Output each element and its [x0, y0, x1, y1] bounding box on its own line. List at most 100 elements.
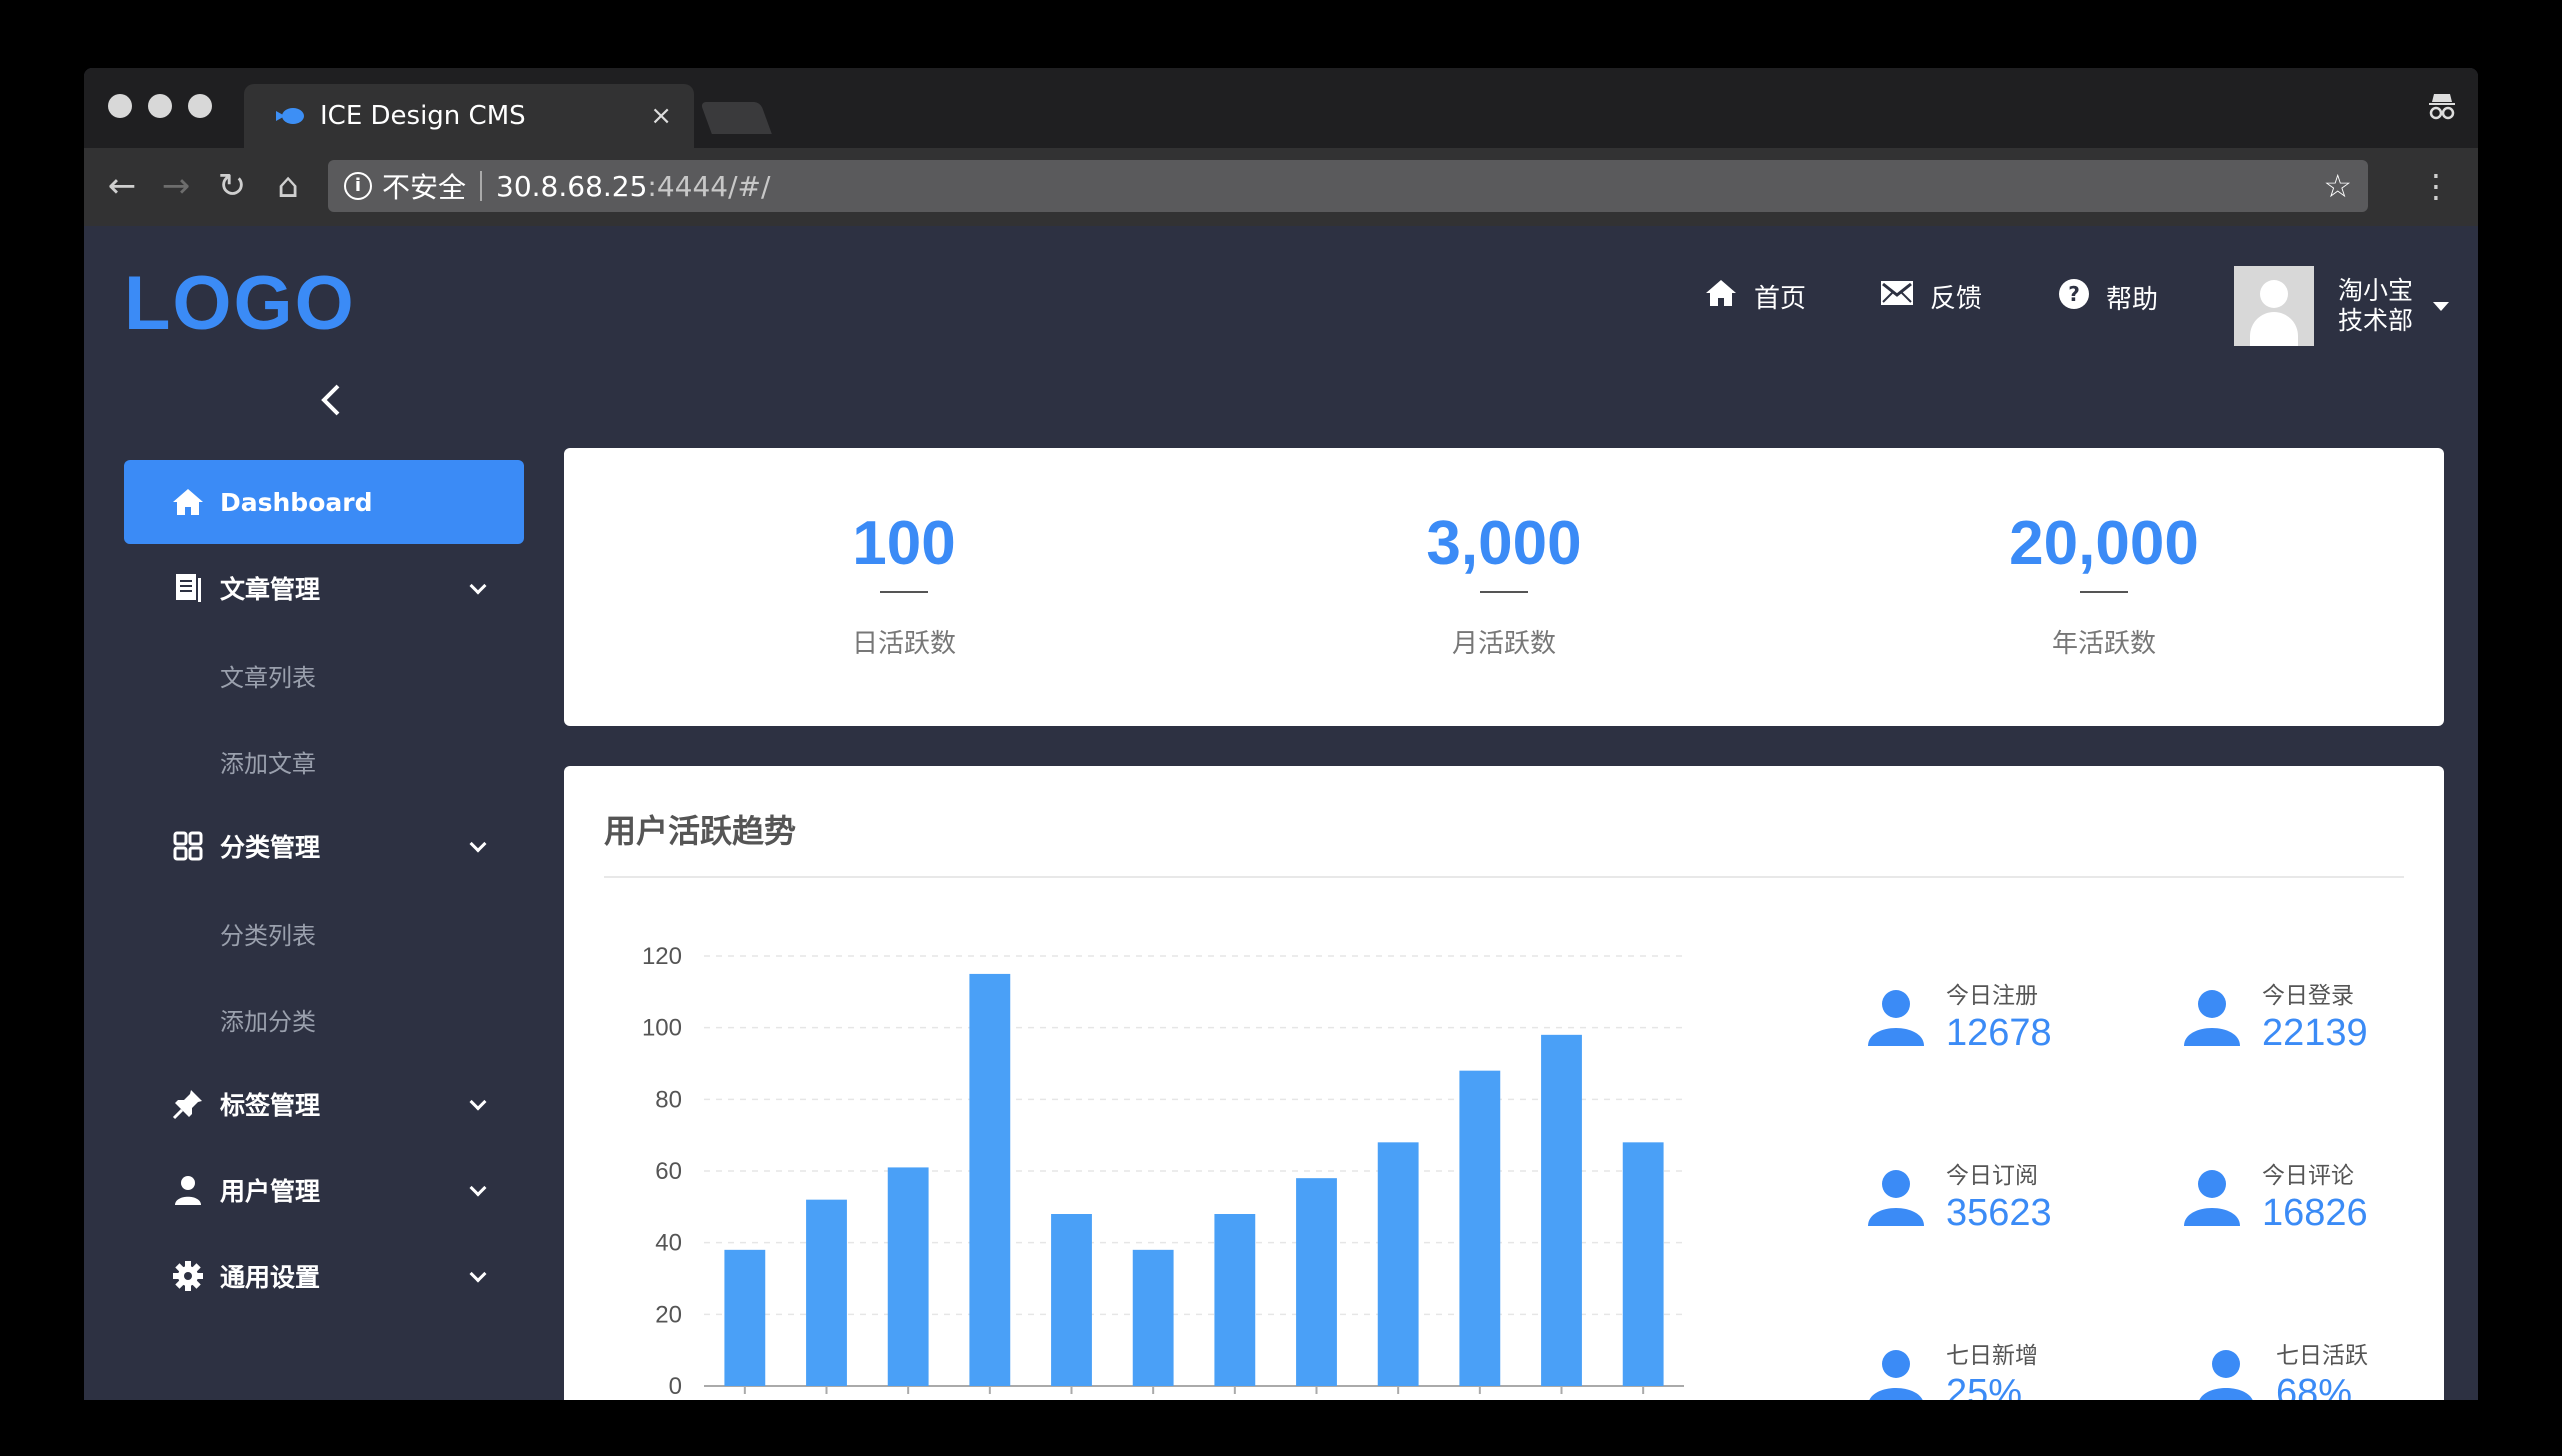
sidebar-item-users[interactable]: 用户管理 — [124, 1148, 524, 1232]
browser-tab[interactable]: ICE Design CMS × — [244, 84, 694, 148]
summary-label: 七日活跃 — [2276, 1343, 2368, 1369]
caret-down-icon — [2433, 301, 2450, 311]
chevron-down-icon — [469, 1179, 487, 1197]
cms-app: LOGO 首页 反馈 ? 帮助 淘小宝 技术部 Dashboard 文章管理 文… — [84, 226, 2478, 1400]
user-dept: 技术部 — [2338, 306, 2414, 335]
sidebar-item-label: 文章管理 — [220, 575, 321, 604]
info-icon[interactable]: i — [344, 172, 372, 200]
home-button-icon[interactable]: ⌂ — [268, 162, 308, 210]
url-host: 30.8.68.25 — [496, 169, 648, 203]
back-icon[interactable]: ← — [102, 162, 142, 210]
y-tick-label: 0 — [669, 1373, 682, 1400]
user-icon — [2184, 989, 2240, 1046]
bar — [1214, 1214, 1256, 1386]
sidebar-item-categories[interactable]: 分类管理 — [124, 804, 524, 888]
chevron-down-icon — [469, 835, 487, 853]
collapse-sidebar-icon[interactable] — [312, 380, 352, 420]
stat-label: 月活跃数 — [1451, 629, 1556, 659]
sidebar-item-tags[interactable]: 标签管理 — [124, 1062, 524, 1146]
summary-comments: 今日评论 16826 — [2180, 1156, 2368, 1235]
document-icon — [170, 570, 206, 606]
reload-icon[interactable]: ↻ — [212, 162, 252, 210]
topnav-help[interactable]: ? 帮助 — [2058, 278, 2158, 317]
bar — [1541, 1034, 1582, 1386]
sidebar-subitem-category-list[interactable]: 分类列表 — [124, 890, 524, 976]
y-tick-label: 40 — [655, 1230, 682, 1257]
bar — [1051, 1214, 1092, 1386]
summary-value: 68% — [2276, 1372, 2353, 1400]
tab-title: ICE Design CMS — [320, 101, 526, 131]
user-menu[interactable]: 淘小宝 技术部 — [2234, 266, 2450, 346]
url-separator — [480, 171, 483, 201]
favicon-icon — [276, 107, 306, 125]
stat-monthly: 3,000 月活跃数 — [1304, 508, 1704, 660]
address-bar: ← → ↻ ⌂ i 不安全 30.8.68.25 :4444/#/ ☆ ⋮ — [84, 148, 2478, 226]
y-tick-label: 120 — [642, 943, 682, 970]
user-name: 淘小宝 — [2338, 276, 2414, 305]
sidebar-item-label: 通用设置 — [220, 1263, 321, 1292]
home-icon — [170, 484, 206, 520]
bar — [724, 1249, 766, 1386]
y-tick-label: 100 — [642, 1015, 682, 1042]
category-icon — [170, 828, 206, 864]
y-tick-label: 80 — [655, 1086, 682, 1113]
url-path: :4444/#/ — [647, 169, 771, 203]
summary-weekly-active: 七日活跃 68% — [2194, 1336, 2368, 1400]
bar — [806, 1199, 847, 1386]
sidebar-subitem-add-category[interactable]: 添加分类 — [124, 976, 524, 1062]
sidebar-item-articles[interactable]: 文章管理 — [124, 546, 524, 630]
incognito-icon — [2426, 90, 2458, 130]
bar — [1296, 1178, 1337, 1386]
svg-text:?: ? — [2068, 282, 2080, 306]
user-icon — [1868, 1169, 1924, 1226]
new-tab-button[interactable] — [700, 102, 772, 134]
user-icon — [2199, 1349, 2253, 1400]
forward-icon[interactable]: → — [156, 162, 196, 210]
sidebar-item-label: 分类管理 — [220, 833, 321, 862]
bar — [1377, 1142, 1419, 1386]
help-icon: ? — [2058, 278, 2090, 317]
sidebar: Dashboard 文章管理 文章列表 添加文章 分类管理 分类列表 添加分类 … — [124, 460, 524, 1320]
user-icon — [170, 1172, 206, 1208]
stat-value: 20,000 — [2009, 509, 2199, 578]
topnav-home[interactable]: 首页 — [1704, 278, 1806, 315]
minimize-window-button[interactable] — [148, 94, 172, 118]
stats-card: 100 日活跃数 3,000 月活跃数 20,000 年活跃数 — [564, 448, 2444, 726]
sidebar-item-settings[interactable]: 通用设置 — [124, 1234, 524, 1318]
summary-logins: 今日登录 22139 — [2180, 976, 2368, 1055]
stat-divider — [880, 591, 928, 593]
stat-daily: 100 日活跃数 — [704, 508, 1104, 660]
mail-icon — [1880, 280, 1914, 313]
browser-window: ICE Design CMS × ← → ↻ ⌂ i 不安全 30.8.68.2… — [84, 68, 2478, 1400]
stat-label: 年活跃数 — [2051, 629, 2156, 659]
pin-icon — [170, 1086, 206, 1122]
browser-menu-icon[interactable]: ⋮ — [2420, 164, 2452, 208]
close-window-button[interactable] — [108, 94, 132, 118]
bar — [1132, 1249, 1174, 1386]
url-input[interactable]: i 不安全 30.8.68.25 :4444/#/ ☆ — [328, 160, 2368, 212]
summary-value: 25% — [1946, 1372, 2023, 1400]
sidebar-subitem-add-article[interactable]: 添加文章 — [124, 718, 524, 804]
stat-yearly: 20,000 年活跃数 — [1904, 508, 2304, 660]
app-logo[interactable]: LOGO — [124, 260, 356, 347]
stat-value: 100 — [852, 509, 956, 578]
topnav-feedback[interactable]: 反馈 — [1880, 278, 1982, 315]
summary-registrations: 今日注册 12678 — [1864, 976, 2052, 1055]
y-tick-label: 20 — [655, 1301, 682, 1328]
user-icon — [1869, 1349, 1923, 1400]
bookmark-star-icon[interactable]: ☆ — [2323, 167, 2352, 205]
maximize-window-button[interactable] — [188, 94, 212, 118]
bar — [1459, 1070, 1501, 1386]
trend-title: 用户活跃趋势 — [604, 812, 797, 850]
sidebar-item-dashboard[interactable]: Dashboard — [124, 460, 524, 544]
tab-close-icon[interactable]: × — [650, 101, 672, 131]
sidebar-subitem-article-list[interactable]: 文章列表 — [124, 632, 524, 718]
summary-label: 今日订阅 — [1946, 1163, 2038, 1189]
bar — [969, 973, 1011, 1386]
security-label: 不安全 — [382, 171, 467, 204]
summary-label: 今日注册 — [1946, 983, 2038, 1009]
summary-value: 35623 — [1946, 1192, 2052, 1234]
sidebar-item-label: 标签管理 — [220, 1091, 321, 1120]
summary-value: 16826 — [2262, 1192, 2368, 1234]
chevron-down-icon — [469, 1265, 487, 1283]
